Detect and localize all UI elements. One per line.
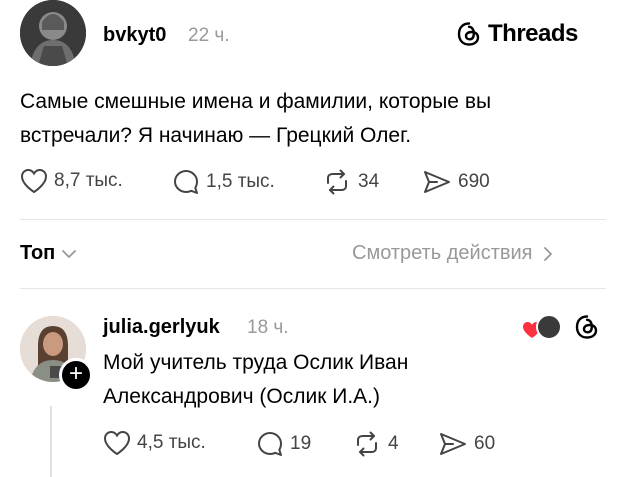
author-mini-avatar	[536, 314, 562, 340]
reply-text-line-1: Мой учитель труда Ослик Иван	[103, 351, 409, 374]
reply-text-line-2: Александрович (Ослик И.А.)	[103, 385, 381, 408]
reply-share-button[interactable]: 60	[438, 430, 495, 458]
author-avatar[interactable]	[20, 0, 86, 66]
thread-line	[50, 406, 52, 477]
send-icon	[440, 433, 466, 455]
repost-icon	[327, 169, 347, 195]
chevron-down-icon	[62, 249, 77, 258]
reply-repost-button[interactable]: 4	[352, 430, 399, 458]
heart-icon	[20, 168, 48, 194]
reply-repost-count: 4	[388, 433, 399, 454]
post-comment-count: 1,5 тыс.	[206, 171, 275, 192]
sort-label: Топ	[20, 242, 56, 264]
post-time: 22 ч.	[188, 25, 230, 46]
post-comment-button[interactable]: 1,5 тыс.	[172, 168, 275, 196]
divider	[20, 219, 606, 220]
post-repost-button[interactable]: 34	[322, 168, 379, 196]
post-text-line-1: Самые смешные имена и фамилии, которые в…	[20, 90, 492, 113]
author-username[interactable]: bvkyt0	[103, 24, 166, 47]
reply-share-count: 60	[474, 433, 496, 454]
divider	[20, 288, 606, 289]
author-liked-badge	[522, 312, 562, 340]
post-share-count: 690	[458, 171, 490, 192]
reply-comment-count: 19	[290, 433, 312, 454]
heart-icon	[103, 430, 131, 456]
post-repost-count: 34	[358, 171, 380, 192]
send-icon	[424, 171, 450, 193]
threads-brand-label: Threads	[488, 20, 578, 47]
post-like-count: 8,7 тыс.	[54, 170, 123, 191]
sort-dropdown[interactable]: Топ	[20, 242, 77, 265]
view-activity-link[interactable]: Смотреть действия	[352, 242, 553, 265]
post-like-button[interactable]: 8,7 тыс.	[20, 168, 123, 194]
threads-logo-icon	[457, 22, 480, 46]
post-text-line-2: встречали? Я начинаю — Грецкий Олег.	[20, 124, 412, 147]
reply-username[interactable]: julia.gerlyuk	[103, 316, 220, 339]
reply-time: 18 ч.	[247, 317, 289, 338]
comment-bubble-icon	[174, 170, 198, 194]
threads-brand: Threads	[456, 20, 578, 48]
threads-logo-icon[interactable]	[574, 314, 600, 340]
repost-icon	[357, 431, 377, 457]
chevron-right-icon	[543, 246, 552, 261]
view-activity-label: Смотреть действия	[352, 242, 533, 264]
reply-comment-button[interactable]: 19	[256, 430, 311, 458]
reply-like-button[interactable]: 4,5 тыс.	[103, 430, 206, 456]
reply-like-count: 4,5 тыс.	[137, 432, 206, 453]
post-share-button[interactable]: 690	[422, 168, 490, 196]
follow-plus-button[interactable]: +	[59, 358, 93, 392]
comment-bubble-icon	[258, 432, 282, 456]
